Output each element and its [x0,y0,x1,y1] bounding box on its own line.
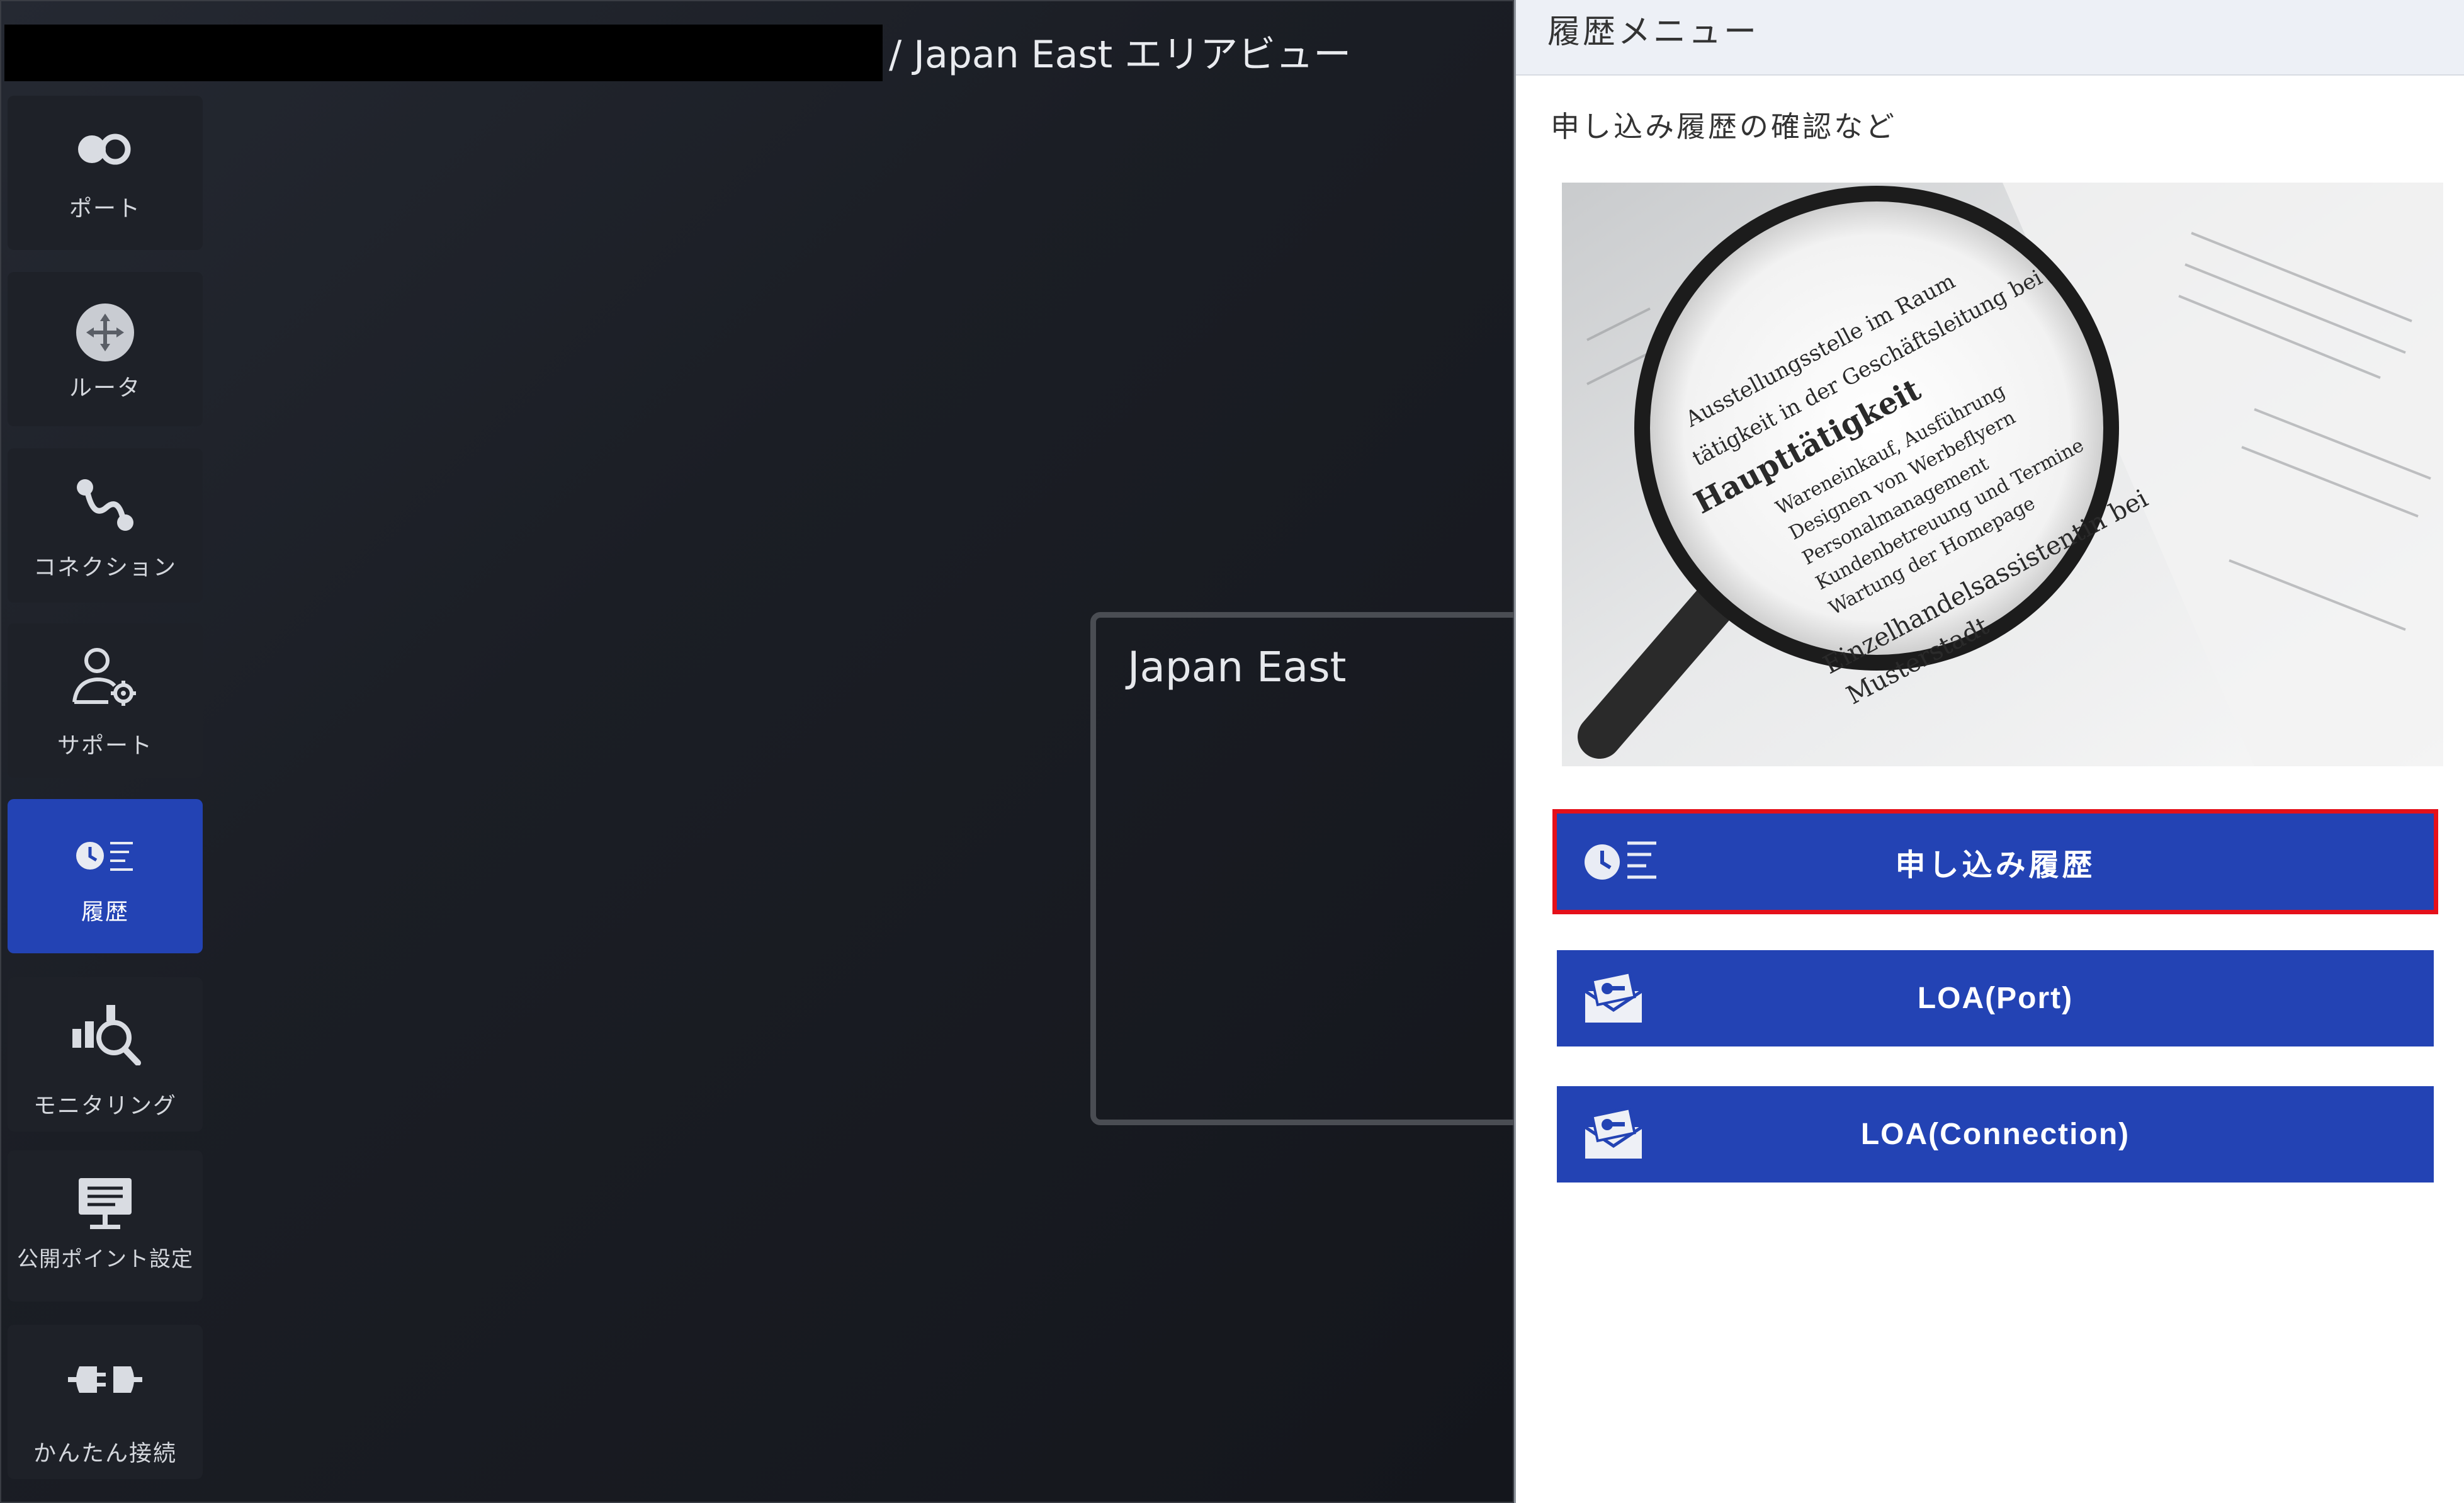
sidebar-item-router[interactable]: ルータ [8,272,203,426]
sidebar-item-label: 公開ポイント設定 [17,1247,193,1272]
sidebar-item-public-point-settings[interactable]: 公開ポイント設定 [8,1150,203,1302]
sidebar-item-monitoring[interactable]: モニタリング [8,977,203,1132]
sidebar-item-support[interactable]: サポート [8,623,203,778]
loa-connection-button[interactable]: LOA(Connection) [1557,1086,2434,1183]
redacted-title-bar [4,25,883,81]
connection-icon [8,475,203,535]
sidebar-item-connection[interactable]: コネクション [8,448,203,603]
application-history-button[interactable]: 申し込み履歴 [1552,809,2438,914]
history-menu-panel: 履歴メニュー 申し込み履歴の確認など Ausstellungsstelle im… [1514,0,2464,1503]
panel-header: 履歴メニュー [1516,0,2464,76]
button-label: LOA(Connection) [1860,1118,2130,1151]
loa-port-button[interactable]: LOA(Port) [1557,950,2434,1046]
button-label: LOA(Port) [1917,982,2074,1015]
panel-title: 履歴メニュー [1547,13,1760,51]
button-label: 申し込み履歴 [1895,847,2096,883]
magnifying-glass-document-image: Ausstellungsstelle im Raum tätigkeit in … [1562,183,2443,766]
public-point-icon [8,1176,203,1232]
support-icon [8,645,203,708]
monitoring-icon [8,1002,203,1065]
history-icon [8,837,203,875]
sidebar-item-history[interactable]: 履歴 [8,799,203,953]
loa-envelope-icon [1582,950,1645,1046]
area-name-label: Japan East [1127,643,1347,691]
sidebar-item-label: コネクション [33,555,177,581]
sidebar-item-label: かんたん接続 [33,1441,177,1466]
sidebar-item-easy-connect[interactable]: かんたん接続 [8,1325,203,1479]
loa-envelope-icon [1582,1086,1645,1183]
port-icon [8,133,203,165]
sidebar-item-label: モニタリング [33,1093,177,1119]
history-icon [1582,814,1658,910]
sidebar-item-label: サポート [57,733,153,759]
easy-connect-icon [8,1358,203,1402]
panel-subtitle: 申し込み履歴の確認など [1551,110,1897,144]
router-icon [8,302,203,363]
page-title: / Japan East エリアビュー [889,33,1352,77]
area-region-box[interactable]: Japan East [1090,612,1531,1125]
sidebar-item-port[interactable]: ポート [8,96,203,250]
sidebar-item-label: ポート [69,196,141,222]
sidebar-item-label: ルータ [69,375,141,401]
sidebar-item-label: 履歴 [81,899,129,925]
app-main-area: / Japan East エリアビュー ポート ルータ コネクション サポート … [0,0,1531,1503]
